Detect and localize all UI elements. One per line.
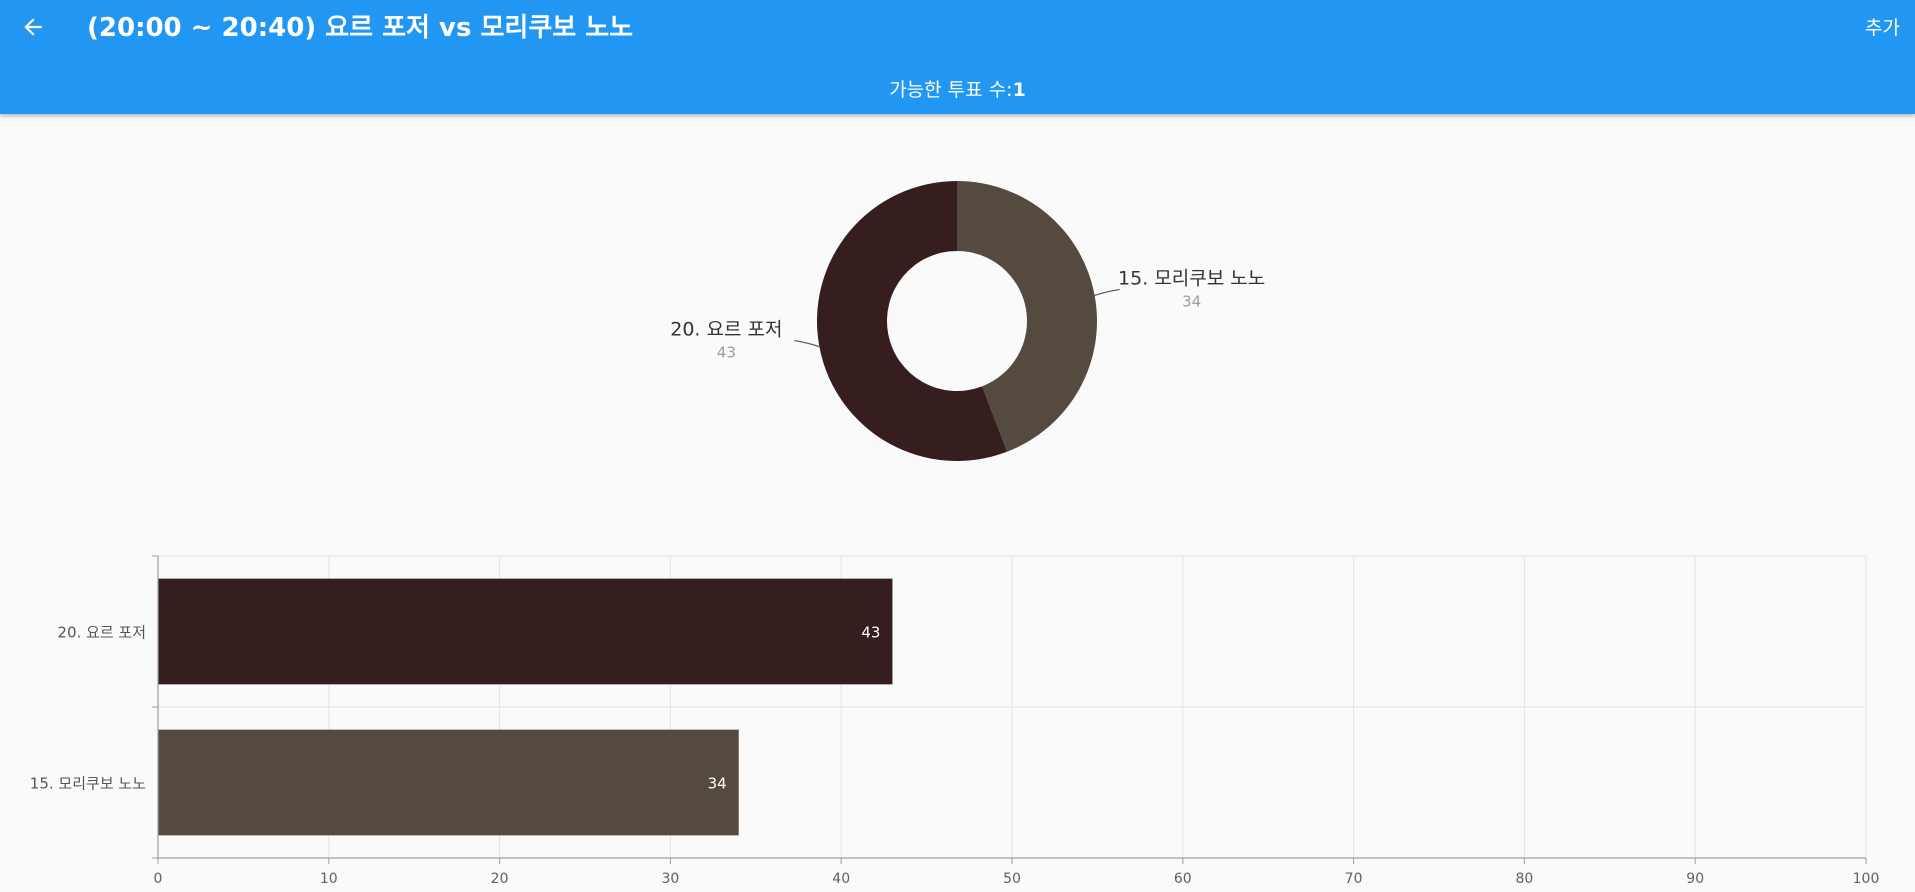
app-bar: (20:00 ~ 20:40) 요르 포저 vs 모리쿠보 노노 추가 가능한 …	[0, 0, 1915, 114]
bar-value-label: 43	[861, 624, 880, 642]
x-tick-label: 70	[1345, 871, 1363, 887]
x-tick-label: 30	[661, 871, 679, 887]
x-tick-label: 50	[1003, 871, 1021, 887]
page-title: (20:00 ~ 20:40) 요르 포저 vs 모리쿠보 노노	[87, 13, 634, 43]
x-tick-label: 100	[1853, 871, 1880, 887]
bar	[158, 729, 739, 836]
available-votes-count: 1	[1012, 79, 1026, 101]
donut-value-label: 43	[717, 344, 736, 362]
donut-leader-line	[794, 339, 820, 348]
x-tick-label: 20	[491, 871, 509, 887]
donut-label: 20. 요르 포저	[670, 319, 782, 341]
arrow-left-icon	[20, 14, 46, 44]
donut-value-label: 34	[1182, 292, 1201, 310]
available-votes-label: 가능한 투표 수:	[889, 79, 1013, 101]
y-category-label: 15. 모리쿠보 노노	[30, 775, 146, 793]
donut-label: 15. 모리쿠보 노노	[1118, 267, 1265, 289]
add-button[interactable]: 추가	[1865, 14, 1900, 42]
bar	[158, 578, 893, 685]
x-tick-label: 40	[832, 871, 850, 887]
back-button[interactable]	[14, 12, 52, 46]
x-tick-label: 90	[1686, 871, 1704, 887]
donut-leader-line	[1094, 288, 1120, 297]
x-tick-label: 60	[1174, 871, 1192, 887]
bar-chart: 0 10 20 30 40 50 60 70 80 90 100 43 20. 요르 포저 34 15. 모…	[30, 555, 1880, 887]
x-tick-label: 10	[320, 871, 338, 887]
available-votes: 가능한 투표 수:1	[0, 76, 1915, 104]
bar-value-label: 34	[708, 775, 727, 793]
x-tick-label: 80	[1515, 871, 1533, 887]
donut-chart: 20. 요르 포저 43 15. 모리쿠보 노노 34	[670, 180, 1265, 461]
y-category-label: 20. 요르 포저	[57, 624, 146, 642]
charts-canvas: 20. 요르 포저 43 15. 모리쿠보 노노 34 0 10 20 30 40 50 60 70…	[30, 180, 1880, 887]
x-tick-label: 0	[154, 871, 163, 887]
